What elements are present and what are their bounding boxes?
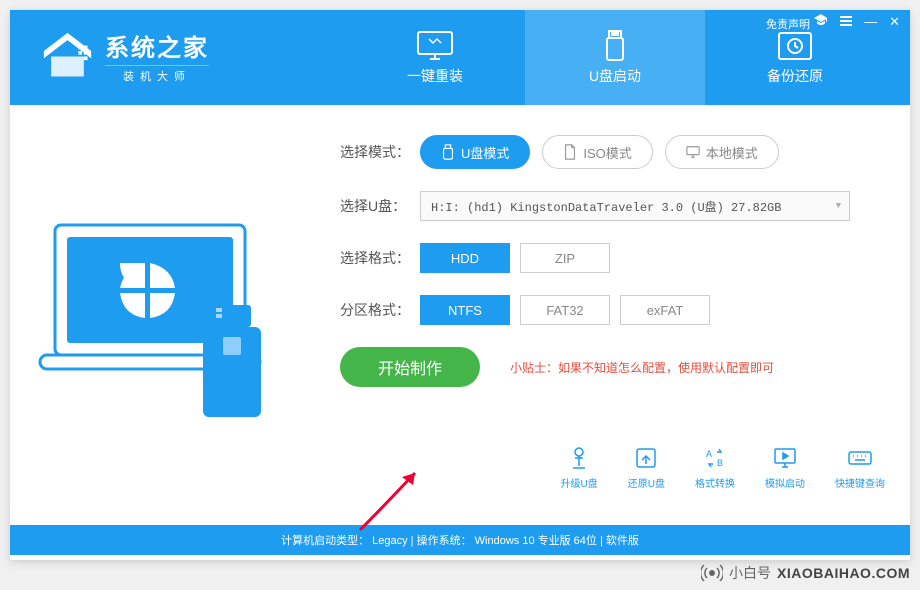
svg-text:A: A — [706, 449, 712, 459]
format-zip[interactable]: ZIP — [520, 243, 610, 273]
row-mode: 选择模式： U盘模式 ISO模式 本地模式 — [340, 135, 870, 169]
format-label: 选择格式： — [340, 248, 420, 268]
mode-iso[interactable]: ISO模式 — [542, 135, 652, 169]
brand-subtitle: 装机大师 — [105, 65, 209, 84]
mode-local[interactable]: 本地模式 — [665, 135, 779, 169]
svg-text:B: B — [717, 458, 723, 468]
tab-label: U盘启动 — [589, 66, 641, 86]
tool-label: 升级U盘 — [561, 475, 598, 490]
convert-icon: AB — [702, 445, 728, 471]
usb-icon — [441, 144, 455, 160]
house-icon — [40, 31, 95, 81]
udisk-label: 选择U盘： — [340, 196, 420, 216]
annotation-arrow — [350, 455, 440, 535]
tool-upgrade-usb[interactable]: 升级U盘 — [561, 445, 598, 490]
close-button[interactable]: ✕ — [889, 14, 900, 30]
keyboard-icon — [847, 445, 873, 471]
form: 选择模式： U盘模式 ISO模式 本地模式 选择U盘： H:I: (hd1) K… — [340, 135, 870, 387]
usb-drive-icon — [595, 29, 635, 63]
tool-hotkey-lookup[interactable]: 快捷键查询 — [835, 445, 885, 490]
mode-label: 选择模式： — [340, 142, 420, 162]
tool-label: 模拟启动 — [765, 475, 805, 490]
tip-text: 小贴士：如果不知道怎么配置，使用默认配置即可 — [510, 359, 774, 376]
tool-label: 快捷键查询 — [835, 475, 885, 490]
footer-brand-cn: 小白号 — [729, 563, 771, 583]
main-tabs: 一键重装 U盘启动 备份还原 — [345, 10, 885, 105]
mode-label-text: ISO模式 — [583, 143, 631, 162]
laptop-usb-illustration — [35, 205, 285, 435]
tab-label: 备份还原 — [767, 66, 823, 86]
content-area: 选择模式： U盘模式 ISO模式 本地模式 选择U盘： H:I: (hd1) K… — [10, 105, 910, 525]
format-hdd[interactable]: HDD — [420, 243, 510, 273]
partition-label: 分区格式： — [340, 300, 420, 320]
row-partition: 分区格式： NTFS FAT32 exFAT — [340, 295, 870, 325]
logo: 系统之家 装机大师 — [40, 28, 209, 84]
tool-simulate-boot[interactable]: 模拟启动 — [765, 445, 805, 490]
partition-fat32[interactable]: FAT32 — [520, 295, 610, 325]
partition-exfat[interactable]: exFAT — [620, 295, 710, 325]
footer-brand: 小白号 XIAOBAIHAO.COM — [701, 562, 910, 584]
restore-usb-icon — [633, 445, 659, 471]
partition-ntfs[interactable]: NTFS — [420, 295, 510, 325]
footer-brand-domain: XIAOBAIHAO.COM — [777, 565, 910, 581]
title-bar: 免责声明 — ✕ 系统之家 装机大师 — [10, 10, 910, 105]
tool-restore-usb[interactable]: 还原U盘 — [628, 445, 665, 490]
tab-reinstall[interactable]: 一键重装 — [345, 10, 525, 105]
app-window: 免责声明 — ✕ 系统之家 装机大师 — [10, 10, 910, 560]
tool-format-convert[interactable]: AB 格式转换 — [695, 445, 735, 490]
mode-label-text: 本地模式 — [706, 143, 758, 162]
tab-usb-boot[interactable]: U盘启动 — [525, 10, 705, 105]
tool-label: 格式转换 — [695, 475, 735, 490]
brand-title: 系统之家 — [105, 28, 209, 63]
row-start: 开始制作 小贴士：如果不知道怎么配置，使用默认配置即可 — [340, 347, 870, 387]
monitor-icon — [415, 29, 455, 63]
udisk-dropdown[interactable]: H:I: (hd1) KingstonDataTraveler 3.0 (U盘)… — [420, 191, 850, 221]
tab-label: 一键重装 — [407, 66, 463, 86]
start-button[interactable]: 开始制作 — [340, 347, 480, 387]
mode-usb[interactable]: U盘模式 — [420, 135, 530, 169]
restore-icon — [775, 29, 815, 63]
bottom-tools: 升级U盘 还原U盘 AB 格式转换 模拟启动 快捷键查询 — [561, 445, 885, 490]
row-udisk: 选择U盘： H:I: (hd1) KingstonDataTraveler 3.… — [340, 191, 870, 221]
tool-label: 还原U盘 — [628, 475, 665, 490]
usb-up-icon — [566, 445, 592, 471]
play-monitor-icon — [772, 445, 798, 471]
broadcast-icon — [701, 562, 723, 584]
mode-label-text: U盘模式 — [461, 143, 509, 162]
row-format: 选择格式： HDD ZIP — [340, 243, 870, 273]
status-bar: 计算机启动类型： Legacy | 操作系统： Windows 10 专业版 6… — [10, 525, 910, 555]
file-icon — [563, 144, 577, 160]
tab-backup-restore[interactable]: 备份还原 — [705, 10, 885, 105]
monitor-small-icon — [686, 144, 700, 160]
